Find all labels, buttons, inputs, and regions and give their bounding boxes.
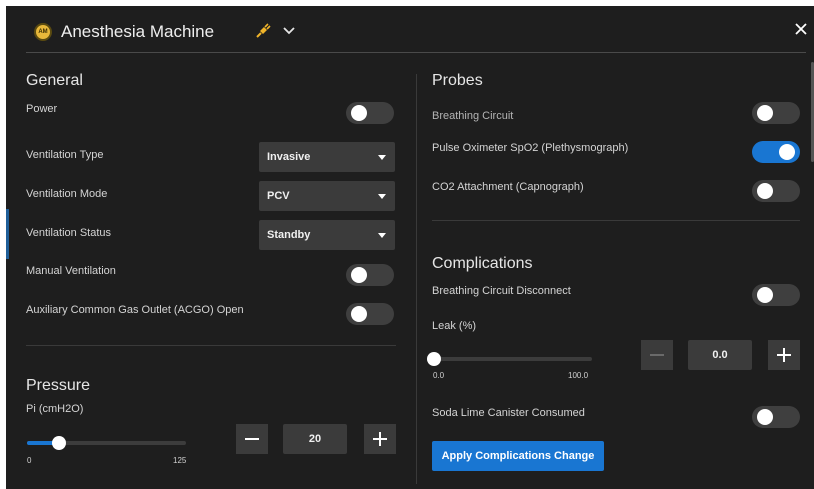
leak-value-field[interactable]: 0.0 — [688, 340, 752, 370]
panel-title: Anesthesia Machine — [61, 22, 215, 41]
leak-min-tick: 0.0 — [433, 371, 445, 380]
pi-slider[interactable] — [27, 436, 186, 450]
ventilation-type-label: Ventilation Type — [26, 149, 104, 161]
pulse-oximeter-toggle[interactable] — [752, 141, 800, 163]
manual-ventilation-label: Manual Ventilation — [26, 265, 116, 277]
panel-header: AM Anesthesia Machine — [6, 6, 814, 56]
toggle-knob — [757, 409, 773, 425]
close-icon[interactable] — [792, 20, 810, 38]
minus-icon — [245, 438, 259, 440]
caret-down-icon — [378, 194, 386, 199]
selection-accent — [6, 209, 9, 259]
soda-lime-toggle[interactable] — [752, 406, 800, 428]
general-section-title: General — [26, 72, 83, 89]
pi-slider-thumb[interactable] — [51, 436, 66, 450]
ventilation-mode-select[interactable]: PCV — [259, 181, 395, 211]
acgo-toggle[interactable] — [346, 303, 394, 325]
pressure-section-title: Pressure — [26, 377, 91, 394]
leak-slider-thumb[interactable] — [427, 352, 441, 366]
pulse-oximeter-label: Pulse Oximeter SpO2 (Plethysmograph) — [432, 142, 629, 154]
anesthesia-machine-panel: AM Anesthesia Machine General Power Vent… — [6, 6, 814, 489]
leak-max-tick: 100.0 — [568, 371, 589, 380]
pi-decrement-button[interactable] — [236, 424, 268, 454]
toggle-knob — [351, 267, 367, 283]
device-logo-icon: AM — [34, 23, 52, 41]
power-toggle[interactable] — [346, 102, 394, 124]
toggle-knob — [757, 287, 773, 303]
column-divider — [416, 74, 417, 484]
caret-down-icon — [378, 233, 386, 238]
plug-connected-icon[interactable] — [254, 22, 272, 40]
probes-section-title: Probes — [432, 72, 483, 89]
circuit-disconnect-toggle[interactable] — [752, 284, 800, 306]
section-divider — [432, 220, 800, 221]
complications-section-title: Complications — [432, 255, 533, 272]
pi-max-tick: 125 — [173, 456, 187, 465]
leak-label: Leak (%) — [432, 320, 477, 332]
toggle-knob — [351, 306, 367, 322]
power-label: Power — [26, 103, 58, 115]
apply-complications-button[interactable]: Apply Complications Change — [432, 441, 604, 471]
toggle-knob — [757, 105, 773, 121]
co2-attachment-toggle[interactable] — [752, 180, 800, 202]
soda-lime-label: Soda Lime Canister Consumed — [432, 407, 585, 419]
ventilation-mode-label: Ventilation Mode — [26, 188, 108, 200]
circuit-disconnect-label: Breathing Circuit Disconnect — [432, 285, 571, 297]
co2-attachment-label: CO2 Attachment (Capnograph) — [432, 181, 584, 193]
ventilation-type-select[interactable]: Invasive — [259, 142, 395, 172]
toggle-knob — [779, 144, 795, 160]
ventilation-type-value: Invasive — [267, 151, 311, 163]
pi-increment-button[interactable] — [364, 424, 396, 454]
ventilation-status-select[interactable]: Standby — [259, 220, 395, 250]
plus-icon-v — [783, 348, 785, 362]
section-divider — [26, 345, 396, 346]
manual-ventilation-toggle[interactable] — [346, 264, 394, 286]
plus-icon-v — [379, 432, 381, 446]
pi-value-field[interactable]: 20 — [283, 424, 347, 454]
chevron-down-icon[interactable] — [281, 23, 297, 39]
acgo-label: Auxiliary Common Gas Outlet (ACGO) Open — [26, 304, 244, 316]
breathing-circuit-label: Breathing Circuit — [432, 110, 514, 122]
header-divider — [26, 52, 806, 53]
ventilation-status-label: Ventilation Status — [26, 227, 112, 239]
ventilation-status-value: Standby — [267, 229, 311, 241]
minus-icon — [650, 354, 664, 356]
toggle-knob — [757, 183, 773, 199]
leak-increment-button[interactable] — [768, 340, 800, 370]
caret-down-icon — [378, 155, 386, 160]
leak-slider[interactable] — [427, 352, 592, 366]
leak-decrement-button[interactable] — [641, 340, 673, 370]
ventilation-mode-value: PCV — [267, 190, 290, 202]
pi-min-tick: 0 — [27, 456, 32, 465]
breathing-circuit-toggle[interactable] — [752, 102, 800, 124]
pi-label: Pi (cmH2O) — [26, 403, 84, 415]
toggle-knob — [351, 105, 367, 121]
